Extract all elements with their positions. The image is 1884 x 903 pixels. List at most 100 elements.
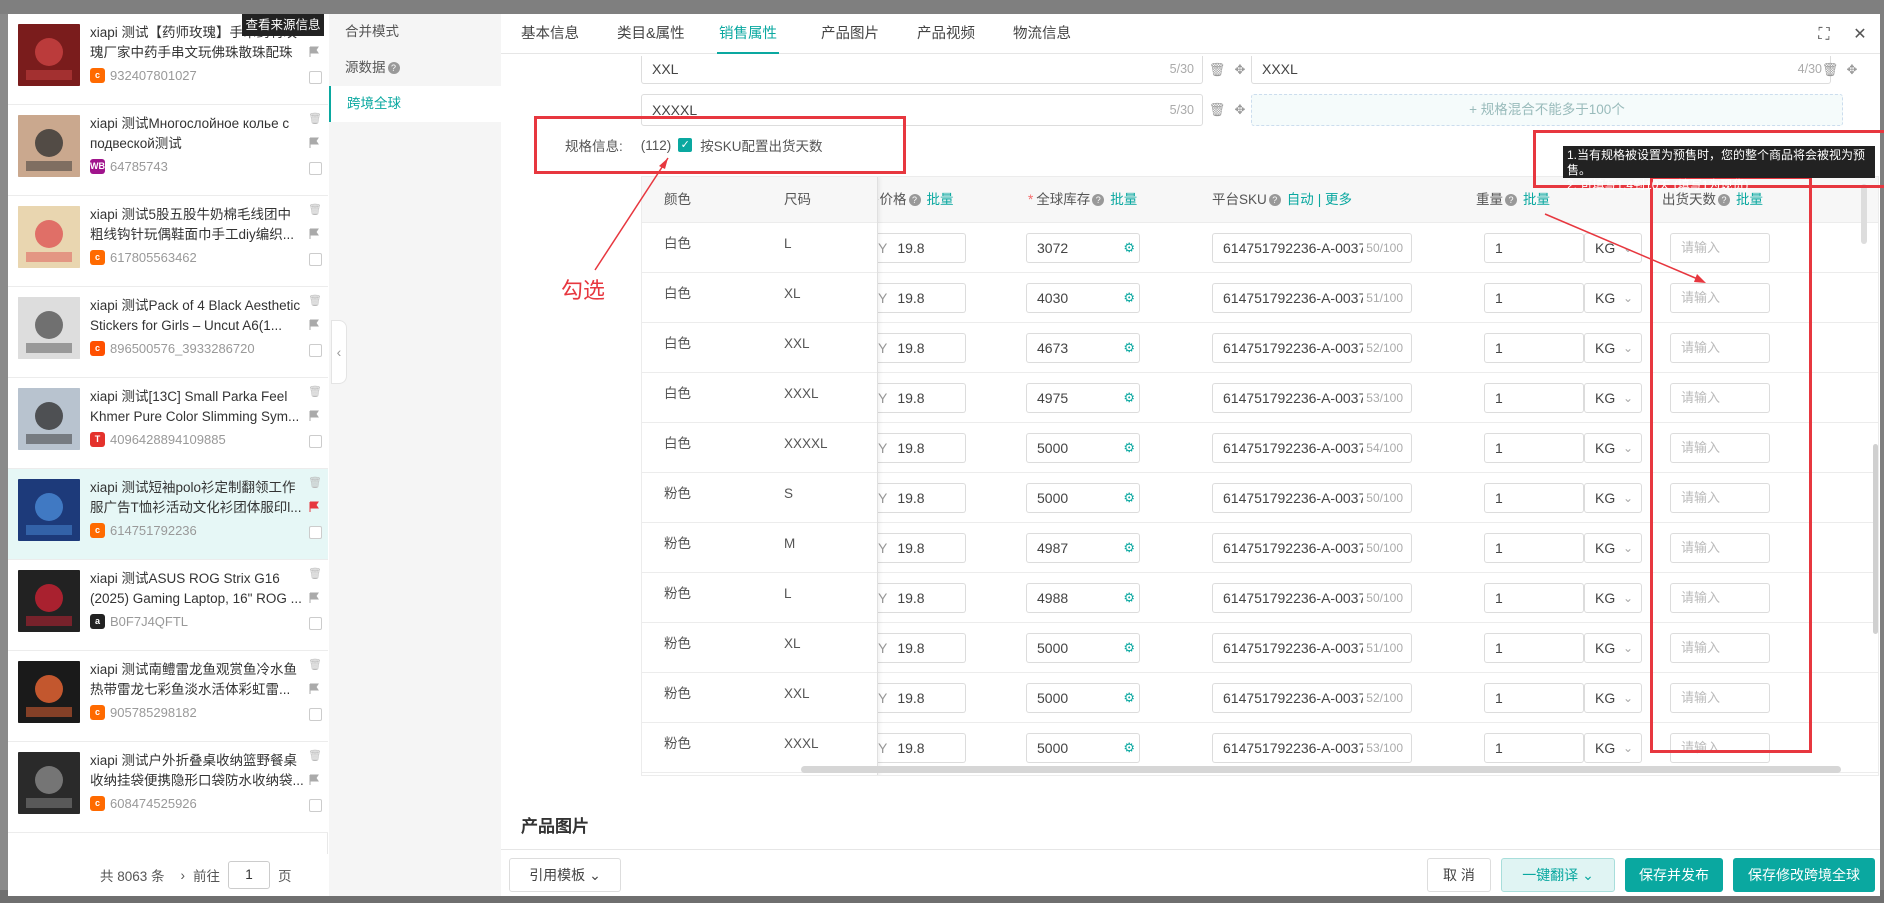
- trash-icon[interactable]: 🗑: [308, 295, 322, 307]
- save-modify-button[interactable]: 保存修改跨境全球: [1733, 858, 1875, 892]
- product-list-item[interactable]: xiapi 测试ASUS ROG Strix G16 (2025) Gaming…: [8, 560, 328, 651]
- product-list-item[interactable]: xiapi 测试Pack of 4 Black Aesthetic Sticke…: [8, 287, 328, 378]
- product-list-item[interactable]: xiapi 测试5股五股牛奶棉毛线团中粗线钩针玩偶鞋面巾手工diy编织... c 6…: [8, 196, 328, 287]
- stock-input[interactable]: 5000 ⚙: [1026, 433, 1140, 463]
- weight-unit-select[interactable]: KG ⌄: [1584, 533, 1642, 563]
- add-spec-button[interactable]: + 规格混合不能多于100个: [1251, 94, 1843, 126]
- weight-unit-select[interactable]: KG ⌄: [1584, 383, 1642, 413]
- flag-icon[interactable]: [308, 228, 320, 240]
- trash-icon[interactable]: 🗑: [308, 659, 322, 671]
- price-input[interactable]: Y 19.8: [878, 733, 966, 763]
- product-checkbox[interactable]: [309, 435, 322, 448]
- tab-category-attributes[interactable]: 类目&属性: [617, 14, 685, 54]
- trash-icon[interactable]: 🗑: [308, 477, 322, 489]
- gear-icon[interactable]: ⚙: [1123, 234, 1135, 262]
- trash-icon[interactable]: 🗑: [308, 204, 322, 216]
- stock-input[interactable]: 4987 ⚙: [1026, 533, 1140, 563]
- price-input[interactable]: Y 19.8: [878, 533, 966, 563]
- sku-input[interactable]: 614751792236-A-0037-19 50/100: [1212, 583, 1412, 613]
- sku-input[interactable]: 614751792236-A-0037-19 52/100: [1212, 683, 1412, 713]
- flag-icon[interactable]: [308, 501, 320, 513]
- price-input[interactable]: Y 19.8: [878, 283, 966, 313]
- sku-input[interactable]: 614751792236-A-0037-19 53/100: [1212, 733, 1412, 763]
- price-input[interactable]: Y 19.8: [878, 483, 966, 513]
- flag-icon[interactable]: [308, 774, 320, 786]
- page-vertical-scrollbar[interactable]: [1873, 444, 1878, 634]
- flag-icon[interactable]: [308, 683, 320, 695]
- sku-input[interactable]: 614751792236-A-0037-19 50/100: [1212, 533, 1412, 563]
- gear-icon[interactable]: ⚙: [1123, 534, 1135, 562]
- gear-icon[interactable]: ⚙: [1123, 684, 1135, 712]
- flag-icon[interactable]: [308, 592, 320, 604]
- product-checkbox[interactable]: [309, 162, 322, 175]
- stock-input[interactable]: 5000 ⚙: [1026, 633, 1140, 663]
- tab-logistics[interactable]: 物流信息: [1013, 14, 1071, 54]
- tab-basic-info[interactable]: 基本信息: [521, 14, 579, 54]
- sku-input[interactable]: 614751792236-A-0037-19 54/100: [1212, 433, 1412, 463]
- price-input[interactable]: Y 19.8: [878, 383, 966, 413]
- sku-auto-link[interactable]: 自动: [1287, 192, 1314, 207]
- gear-icon[interactable]: ⚙: [1123, 384, 1135, 412]
- product-checkbox[interactable]: [309, 71, 322, 84]
- product-list-item[interactable]: xiapi 测试Многослойное колье с подвеской测试…: [8, 105, 328, 196]
- price-input[interactable]: Y 19.8: [878, 233, 966, 263]
- batch-stock-link[interactable]: 批量: [1110, 192, 1137, 207]
- sku-input[interactable]: 614751792236-A-0037-19 50/100: [1212, 483, 1412, 513]
- trash-icon[interactable]: 🗑: [308, 568, 322, 580]
- weight-input[interactable]: 1: [1484, 733, 1584, 763]
- product-list-item[interactable]: xiapi 测试短袖polo衫定制翻领工作服广告T恤衫活动文化衫团体服印l...…: [8, 469, 328, 560]
- menu-source-data[interactable]: 源数据?: [329, 50, 501, 86]
- sku-more-link[interactable]: | 更多: [1318, 192, 1352, 207]
- expand-icon[interactable]: ⛶: [1815, 26, 1833, 44]
- weight-input[interactable]: 1: [1484, 633, 1584, 663]
- stock-input[interactable]: 4673 ⚙: [1026, 333, 1140, 363]
- sku-input[interactable]: 614751792236-A-0037-19 51/100: [1212, 283, 1412, 313]
- batch-weight-link[interactable]: 批量: [1523, 192, 1550, 207]
- weight-unit-select[interactable]: KG ⌄: [1584, 233, 1642, 263]
- stock-input[interactable]: 4030 ⚙: [1026, 283, 1140, 313]
- gear-icon[interactable]: ⚙: [1123, 484, 1135, 512]
- product-checkbox[interactable]: [309, 253, 322, 266]
- gear-icon[interactable]: ⚙: [1123, 284, 1135, 312]
- flag-icon[interactable]: [308, 319, 320, 331]
- batch-price-link[interactable]: 批量: [927, 192, 954, 207]
- gear-icon[interactable]: ⚙: [1123, 584, 1135, 612]
- save-publish-button[interactable]: 保存并发布: [1625, 858, 1723, 892]
- collapse-panel-handle[interactable]: ‹: [331, 320, 347, 384]
- product-list-item[interactable]: xiapi 测试户外折叠桌收纳篮野餐桌收纳挂袋便携隐形口袋防水收纳袋... c 60…: [8, 742, 328, 833]
- move-icon[interactable]: ✥: [1229, 59, 1251, 81]
- tab-product-images[interactable]: 产品图片: [821, 14, 879, 54]
- weight-input[interactable]: 1: [1484, 483, 1584, 513]
- weight-unit-select[interactable]: KG ⌄: [1584, 433, 1642, 463]
- product-list-item[interactable]: xiapi 测试南鳢雷龙鱼观赏鱼冷水鱼热带雷龙七彩鱼淡水活体彩虹雷... c 905…: [8, 651, 328, 742]
- gear-icon[interactable]: ⚙: [1123, 434, 1135, 462]
- weight-input[interactable]: 1: [1484, 583, 1584, 613]
- trash-icon[interactable]: 🗑: [1206, 99, 1228, 121]
- sku-input[interactable]: 614751792236-A-0037-19 53/100: [1212, 383, 1412, 413]
- horizontal-scrollbar[interactable]: [801, 766, 1841, 773]
- gear-icon[interactable]: ⚙: [1123, 734, 1135, 762]
- view-source-button[interactable]: 查看来源信息: [242, 14, 324, 36]
- sku-input[interactable]: 614751792236-A-0037-19 51/100: [1212, 633, 1412, 663]
- price-input[interactable]: Y 19.8: [878, 633, 966, 663]
- cancel-button[interactable]: 取 消: [1427, 858, 1491, 892]
- trash-icon[interactable]: 🗑: [308, 386, 322, 398]
- weight-input[interactable]: 1: [1484, 533, 1584, 563]
- trash-icon[interactable]: 🗑: [1819, 59, 1841, 81]
- menu-cross-border[interactable]: 跨境全球: [329, 86, 501, 122]
- gear-icon[interactable]: ⚙: [1123, 334, 1135, 362]
- flag-icon[interactable]: [308, 410, 320, 422]
- close-icon[interactable]: ✕: [1851, 26, 1869, 44]
- weight-unit-select[interactable]: KG ⌄: [1584, 483, 1642, 513]
- page-input[interactable]: 1: [228, 861, 271, 889]
- use-template-select[interactable]: 引用模板 ⌄: [509, 858, 621, 892]
- stock-input[interactable]: 5000 ⚙: [1026, 683, 1140, 713]
- weight-input[interactable]: 1: [1484, 233, 1584, 263]
- price-input[interactable]: Y 19.8: [878, 333, 966, 363]
- sku-input[interactable]: 614751792236-A-0037-19 50/100: [1212, 233, 1412, 263]
- price-input[interactable]: Y 19.8: [878, 683, 966, 713]
- weight-unit-select[interactable]: KG ⌄: [1584, 283, 1642, 313]
- stock-input[interactable]: 5000 ⚙: [1026, 733, 1140, 763]
- tab-sales-attributes[interactable]: 销售属性: [717, 14, 779, 54]
- weight-unit-select[interactable]: KG ⌄: [1584, 583, 1642, 613]
